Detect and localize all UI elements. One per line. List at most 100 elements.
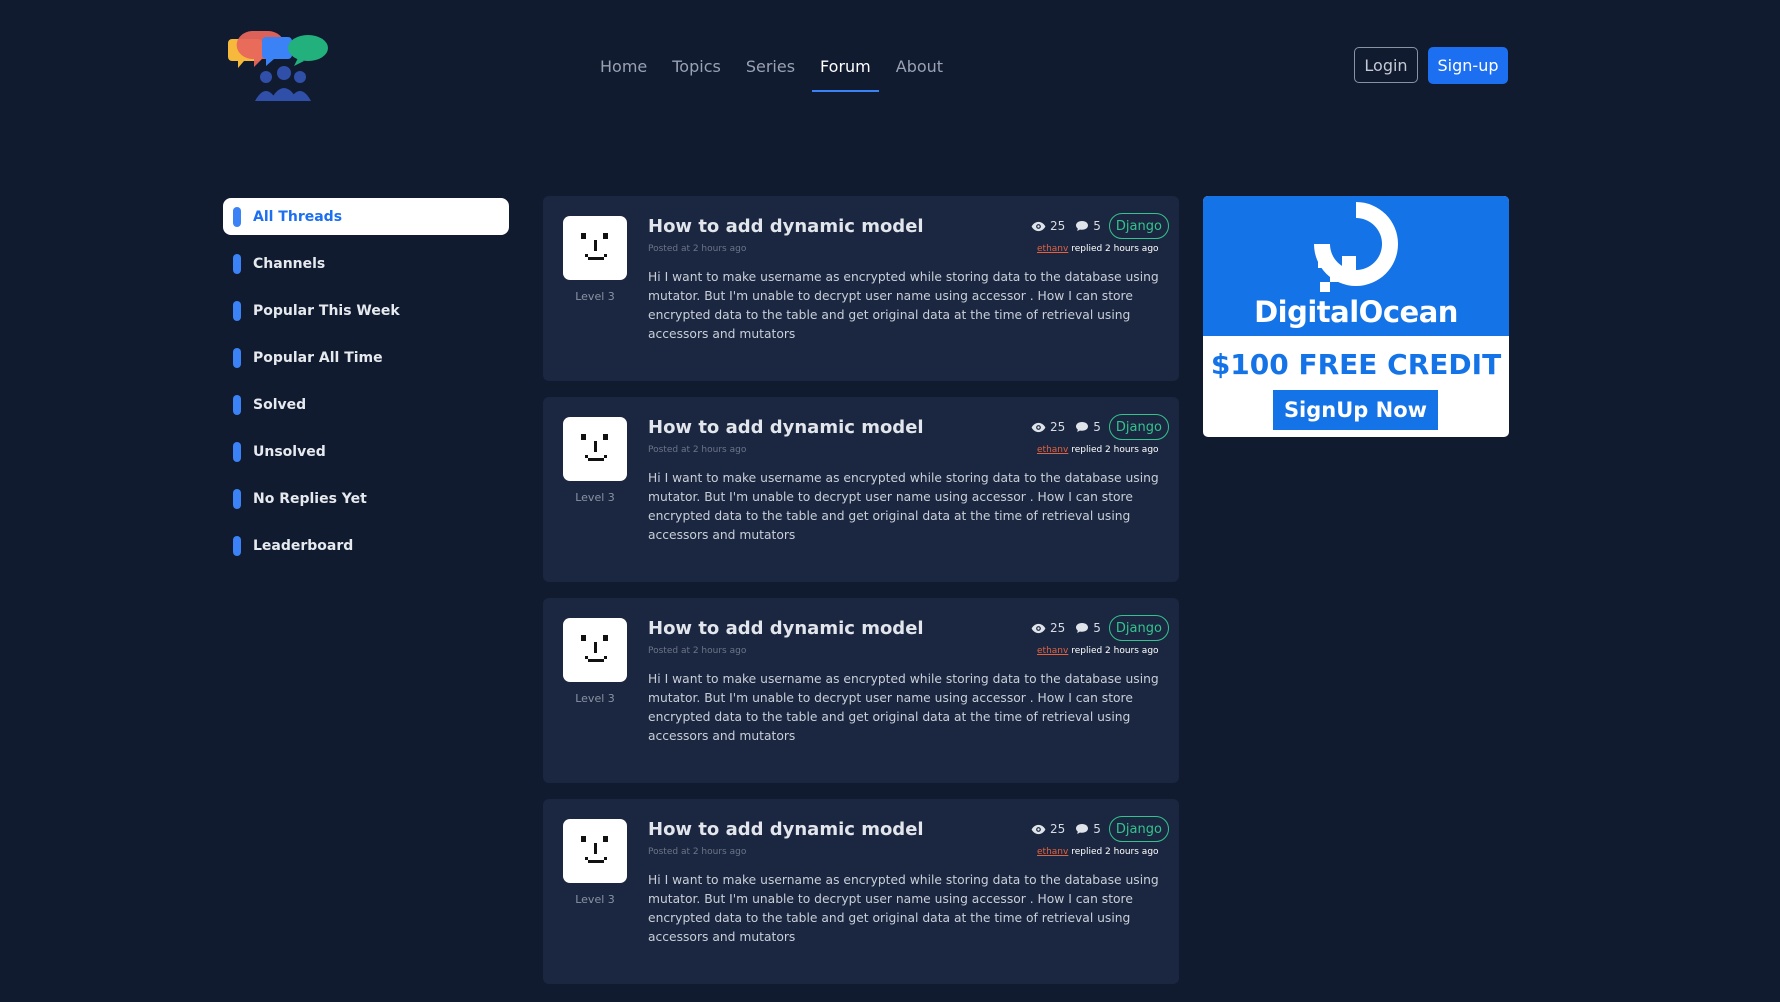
pixel-face-avatar-icon [581,836,608,863]
reply-user-link[interactable]: ethanv [1037,244,1068,254]
forum-sidebar: All Threads Channels Popular This Week P… [223,198,509,574]
pixel-face-avatar-icon [581,635,608,662]
signup-button[interactable]: Sign-up [1428,47,1508,84]
sidebar-item-no-replies-yet[interactable]: No Replies Yet [223,480,509,517]
views-stat: 25 [1031,621,1065,635]
eye-icon [1031,221,1046,231]
tag-badge[interactable]: Django [1108,213,1169,239]
login-button[interactable]: Login [1354,47,1418,83]
sidebar-item-leaderboard[interactable]: Leaderboard [223,527,509,564]
ad-brand-name: DigitalOcean [1254,295,1458,329]
nav-about[interactable]: About [888,50,951,84]
sidebar-pip [233,206,241,227]
last-reply: ethanv replied 2 hours ago [1037,646,1159,656]
comments-stat: 5 [1075,822,1101,836]
sidebar-pip [233,300,241,321]
pixel-face-avatar-icon [581,434,608,461]
tag-badge[interactable]: Django [1108,615,1169,641]
sidebar-item-label: Channels [253,255,326,272]
reply-user-link[interactable]: ethanv [1037,445,1068,455]
views-stat: 25 [1031,822,1065,836]
views-count: 25 [1050,219,1066,233]
nav-topics[interactable]: Topics [664,50,729,84]
thread-excerpt: Hi I want to make username as encrypted … [648,873,1159,944]
reply-user-link[interactable]: ethanv [1037,847,1068,857]
digitalocean-ad-banner[interactable]: DigitalOcean $100 FREE CREDIT SignUp Now [1203,196,1509,437]
thread-title[interactable]: How to add dynamic model [648,216,924,237]
sidebar-item-label: Solved [253,396,307,413]
sidebar-item-popular-all-time[interactable]: Popular All Time [223,339,509,376]
reply-text: replied 2 hours ago [1068,445,1159,455]
reply-text: replied 2 hours ago [1068,847,1159,857]
comment-icon [1076,824,1089,834]
ad-header: DigitalOcean [1203,196,1509,336]
user-level: Level 3 [575,893,615,906]
tag-badge[interactable]: Django [1108,414,1169,440]
thread-posted-time: Posted at 2 hours ago [648,244,747,254]
comments-stat: 5 [1075,219,1101,233]
reply-text: replied 2 hours ago [1068,244,1159,254]
thread-title[interactable]: How to add dynamic model [648,618,924,639]
comments-count: 5 [1093,420,1101,434]
avatar[interactable] [563,618,627,682]
nav-forum[interactable]: Forum [812,50,879,92]
sidebar-item-unsolved[interactable]: Unsolved [223,433,509,470]
comment-icon [1076,623,1089,633]
thread-posted-time: Posted at 2 hours ago [648,445,747,455]
thread-stats: 25 5 Django [1031,213,1169,239]
eye-icon [1031,623,1046,633]
thread-excerpt: Hi I want to make username as encrypted … [648,270,1159,341]
pixel-face-avatar-icon [581,233,608,260]
avatar[interactable] [563,417,627,481]
sidebar-item-label: No Replies Yet [253,490,367,507]
site-logo[interactable] [228,27,332,105]
thread-list: Level 3 How to add dynamic model Posted … [543,196,1179,1000]
ad-signup-button[interactable]: SignUp Now [1273,390,1438,430]
thread-stats: 25 5 Django [1031,615,1169,641]
comments-count: 5 [1093,822,1101,836]
sidebar-pip [233,347,241,368]
comments-count: 5 [1093,219,1101,233]
user-level: Level 3 [575,491,615,504]
tag-badge[interactable]: Django [1108,816,1169,842]
sidebar-item-all-threads[interactable]: All Threads [223,198,509,235]
reply-user-link[interactable]: ethanv [1037,646,1068,656]
last-reply: ethanv replied 2 hours ago [1037,847,1159,857]
user-level: Level 3 [575,692,615,705]
comments-stat: 5 [1075,621,1101,635]
eye-icon [1031,824,1046,834]
nav-series[interactable]: Series [738,50,803,84]
avatar[interactable] [563,216,627,280]
user-level: Level 3 [575,290,615,303]
sidebar-pip [233,535,241,556]
chat-bubbles-community-logo-icon [228,31,328,101]
sidebar-pip [233,488,241,509]
thread-posted-time: Posted at 2 hours ago [648,847,747,857]
thread-stats: 25 5 Django [1031,816,1169,842]
views-count: 25 [1050,420,1066,434]
sidebar-item-solved[interactable]: Solved [223,386,509,423]
thread-title[interactable]: How to add dynamic model [648,819,924,840]
sidebar-item-label: Leaderboard [253,537,354,554]
thread-excerpt: Hi I want to make username as encrypted … [648,471,1159,542]
thread-excerpt: Hi I want to make username as encrypted … [648,672,1159,743]
ad-credit-text: $100 FREE CREDIT [1210,348,1502,381]
thread-card[interactable]: Level 3 How to add dynamic model Posted … [543,397,1179,582]
views-count: 25 [1050,822,1066,836]
views-stat: 25 [1031,420,1065,434]
nav-home[interactable]: Home [592,50,655,84]
avatar[interactable] [563,819,627,883]
thread-stats: 25 5 Django [1031,414,1169,440]
thread-card[interactable]: Level 3 How to add dynamic model Posted … [543,598,1179,783]
sidebar-pip [233,253,241,274]
thread-card[interactable]: Level 3 How to add dynamic model Posted … [543,196,1179,381]
sidebar-pip [233,394,241,415]
digitalocean-logo-icon [1314,202,1398,292]
views-stat: 25 [1031,219,1065,233]
sidebar-item-popular-this-week[interactable]: Popular This Week [223,292,509,329]
sidebar-item-channels[interactable]: Channels [223,245,509,282]
thread-title[interactable]: How to add dynamic model [648,417,924,438]
sidebar-item-label: All Threads [253,208,343,225]
thread-card[interactable]: Level 3 How to add dynamic model Posted … [543,799,1179,984]
comment-icon [1076,422,1089,432]
